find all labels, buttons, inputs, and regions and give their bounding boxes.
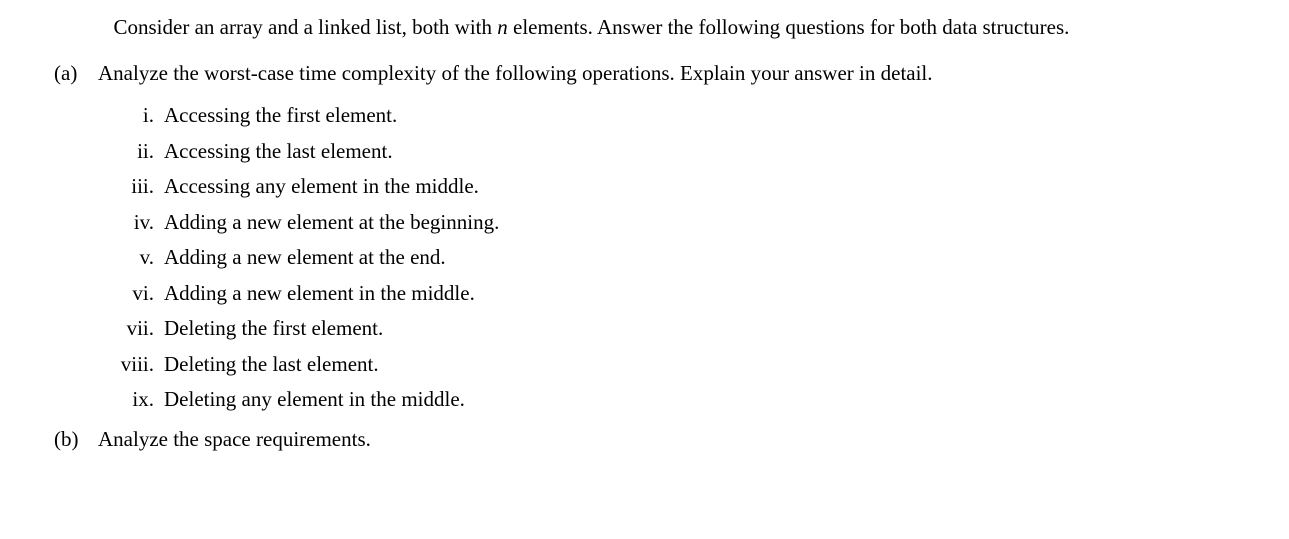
intro-prefix: Consider an array and a linked list, bot… — [114, 15, 498, 39]
sub-marker: iii. — [98, 170, 154, 203]
sub-marker: i. — [98, 99, 154, 132]
sub-text: Accessing any element in the middle. — [164, 174, 479, 198]
list-item: vi. Adding a new element in the middle. — [98, 277, 1249, 310]
sub-marker: ix. — [98, 383, 154, 416]
part-b-marker: (b) — [54, 424, 94, 456]
list-item: ix. Deleting any element in the middle. — [98, 383, 1249, 416]
intro-n: n — [497, 15, 508, 39]
part-a-sublist: i. Accessing the first element. ii. Acce… — [98, 99, 1249, 416]
sub-marker: viii. — [98, 348, 154, 381]
list-item: i. Accessing the first element. — [98, 99, 1249, 132]
sub-marker: iv. — [98, 206, 154, 239]
list-item: ii. Accessing the last element. — [98, 135, 1249, 168]
part-list: (a) Analyze the worst-case time complexi… — [40, 58, 1249, 456]
intro-suffix: elements. Answer the following questions… — [508, 15, 1070, 39]
sub-text: Accessing the last element. — [164, 139, 393, 163]
list-item: iv. Adding a new element at the beginnin… — [98, 206, 1249, 239]
list-item: v. Adding a new element at the end. — [98, 241, 1249, 274]
sub-text: Adding a new element at the beginning. — [164, 210, 499, 234]
sub-text: Accessing the first element. — [164, 103, 397, 127]
sub-marker: v. — [98, 241, 154, 274]
sub-marker: vi. — [98, 277, 154, 310]
sub-text: Deleting the last element. — [164, 352, 379, 376]
part-b-text: Analyze the space requirements. — [98, 427, 371, 451]
sub-marker: ii. — [98, 135, 154, 168]
list-item: iii. Accessing any element in the middle… — [98, 170, 1249, 203]
sub-marker: vii. — [98, 312, 154, 345]
intro-paragraph: Consider an array and a linked list, bot… — [40, 12, 1249, 44]
part-a-marker: (a) — [54, 58, 94, 90]
sub-text: Deleting any element in the middle. — [164, 387, 465, 411]
list-item: vii. Deleting the first element. — [98, 312, 1249, 345]
sub-text: Adding a new element in the middle. — [164, 281, 475, 305]
part-a: (a) Analyze the worst-case time complexi… — [40, 58, 1249, 416]
part-b: (b) Analyze the space requirements. — [40, 424, 1249, 456]
part-a-text: Analyze the worst-case time complexity o… — [98, 61, 933, 85]
sub-text: Deleting the first element. — [164, 316, 383, 340]
sub-text: Adding a new element at the end. — [164, 245, 446, 269]
list-item: viii. Deleting the last element. — [98, 348, 1249, 381]
